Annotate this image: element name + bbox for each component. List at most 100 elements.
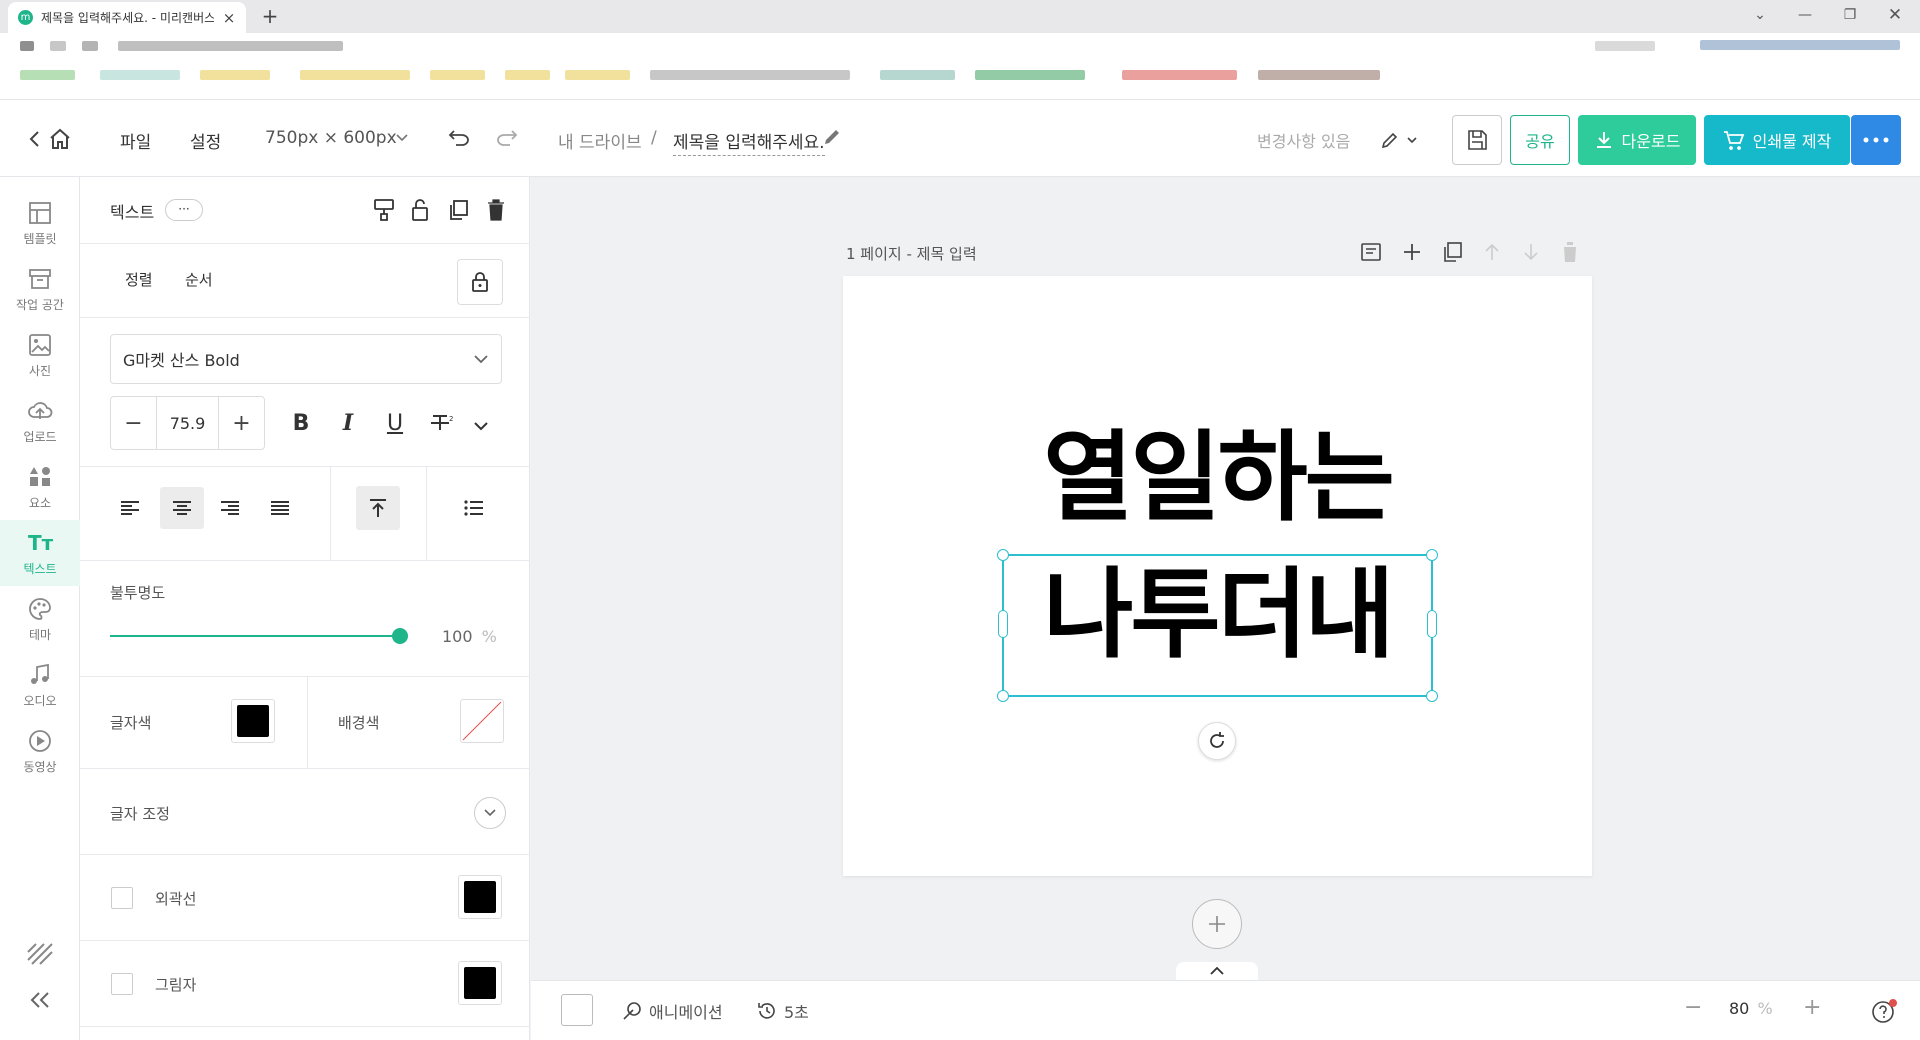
tab-list-icon[interactable]: ⌄ [1740, 4, 1780, 26]
font-family-dropdown[interactable]: G마켓 산스 Bold [110, 334, 502, 384]
minimize-icon[interactable]: — [1785, 4, 1825, 26]
page-label[interactable]: 1 페이지 - 제목 입력 [846, 243, 977, 264]
collapse-sidebar-icon[interactable] [28, 990, 52, 1010]
sidebar-item-upload[interactable]: 업로드 [0, 388, 80, 454]
rotate-handle[interactable] [1198, 722, 1236, 760]
toolbar-icons[interactable] [1700, 40, 1900, 50]
panel-more-button[interactable]: ··· [165, 199, 203, 221]
font-size-decrease-button[interactable]: − [111, 397, 157, 449]
reload-icon[interactable] [82, 41, 98, 51]
back-icon[interactable] [20, 41, 34, 51]
align-center-icon[interactable] [160, 487, 204, 529]
doc-title[interactable]: 제목을 입력해주세요. [673, 128, 825, 156]
address-bar[interactable] [0, 33, 1920, 58]
opacity-value[interactable]: 100 % [442, 627, 497, 646]
resize-handle-ne[interactable] [1426, 549, 1438, 561]
more-options-button[interactable] [1851, 115, 1901, 165]
sidebar-item-photo[interactable]: 사진 [0, 322, 80, 388]
bookmark-item[interactable] [975, 70, 1085, 80]
align-left-icon[interactable] [112, 490, 148, 526]
duplicate-page-icon[interactable] [1441, 241, 1463, 263]
bookmark-item[interactable] [880, 70, 955, 80]
canvas-size-dropdown[interactable]: 750px × 600px [265, 128, 397, 148]
zoom-out-button[interactable]: − [1684, 995, 1702, 1020]
vertical-align-top-icon[interactable] [356, 486, 400, 530]
bookmark-item[interactable] [505, 70, 550, 80]
duration-button[interactable]: 5초 [756, 999, 809, 1023]
animation-button[interactable]: 애니메이션 [621, 999, 723, 1023]
text-color-swatch[interactable] [231, 699, 275, 743]
font-size-input[interactable]: 75.9 [157, 397, 218, 449]
sidebar-item-palette[interactable]: 테마 [0, 586, 80, 652]
window-close-icon[interactable]: ✕ [1875, 4, 1915, 26]
page-thumbnail-button[interactable] [561, 994, 593, 1026]
move-page-down-icon[interactable] [1520, 241, 1542, 263]
home-icon[interactable] [48, 128, 72, 150]
bookmark-item[interactable] [565, 70, 630, 80]
url-field[interactable] [118, 41, 343, 51]
bold-button[interactable]: B [283, 405, 319, 441]
add-page-icon[interactable] [1401, 241, 1423, 263]
shadow-checkbox[interactable] [111, 973, 133, 995]
sidebar-item-music[interactable]: 오디오 [0, 652, 80, 718]
format-paint-icon[interactable] [366, 192, 402, 228]
sidebar-item-elements[interactable]: 요소 [0, 454, 80, 520]
outline-checkbox[interactable] [111, 887, 133, 909]
resize-handle-sw[interactable] [997, 690, 1009, 702]
design-page[interactable]: 열일하는 나투더내 [843, 276, 1592, 876]
more-format-chevron-icon[interactable] [474, 421, 488, 431]
print-button[interactable]: 인쇄물 제작 [1704, 115, 1850, 165]
download-button[interactable]: 다운로드 [1578, 115, 1696, 165]
align-justify-icon[interactable] [262, 490, 298, 526]
add-page-bottom-button[interactable] [1192, 899, 1242, 949]
bg-color-none-swatch[interactable] [460, 699, 504, 743]
italic-button[interactable]: I [330, 405, 366, 441]
zoom-level[interactable]: 80 % [1729, 999, 1773, 1018]
share-button[interactable]: 공유 [1510, 115, 1570, 165]
undo-icon[interactable] [448, 128, 470, 148]
unlock-icon[interactable] [402, 192, 438, 228]
strikethrough-icon[interactable]: 2 [425, 405, 461, 441]
chevron-down-icon[interactable] [396, 134, 408, 142]
font-size-increase-button[interactable]: + [218, 397, 264, 449]
sidebar-item-template[interactable]: 템플릿 [0, 190, 80, 256]
tab-align[interactable]: 정렬 [125, 269, 153, 290]
lock-position-button[interactable] [457, 259, 503, 305]
file-menu[interactable]: 파일 [120, 128, 151, 153]
bookmark-item[interactable] [1258, 70, 1380, 80]
bookmark-item[interactable] [200, 70, 270, 80]
align-right-icon[interactable] [212, 490, 248, 526]
headline-text-line1[interactable]: 열일하는 [843, 429, 1592, 527]
selection-box[interactable] [997, 549, 1438, 702]
opacity-slider-track[interactable] [110, 628, 408, 644]
redo-icon[interactable] [496, 128, 518, 148]
tab-order[interactable]: 순서 [185, 269, 213, 290]
restore-icon[interactable]: ❐ [1830, 4, 1870, 26]
bookmark-item[interactable] [1122, 70, 1237, 80]
list-icon[interactable] [456, 490, 492, 526]
pattern-icon[interactable] [26, 942, 54, 966]
forward-icon[interactable] [50, 41, 66, 51]
bookmark-item[interactable] [20, 70, 75, 80]
expand-pages-tab[interactable] [1176, 962, 1258, 980]
delete-page-icon[interactable] [1560, 241, 1580, 263]
shadow-color-swatch[interactable] [458, 961, 502, 1005]
edit-pencil-icon[interactable] [822, 127, 842, 147]
help-icon[interactable] [1871, 998, 1899, 1024]
bookmark-item[interactable] [300, 70, 410, 80]
bookmark-item[interactable] [650, 70, 850, 80]
underline-button[interactable]: U [377, 405, 413, 441]
trash-icon[interactable] [478, 192, 514, 228]
extension-icons[interactable] [1595, 41, 1655, 51]
sidebar-item-workspace[interactable]: 작업 공간 [0, 256, 80, 322]
letter-adjust-expand-button[interactable] [474, 797, 506, 829]
bookmark-item[interactable] [430, 70, 485, 80]
zoom-in-button[interactable]: + [1803, 995, 1821, 1020]
browser-tab[interactable]: m 제목을 입력해주세요. - 미리캔버스 × [8, 2, 246, 33]
page-memo-icon[interactable] [1360, 241, 1382, 263]
drive-link[interactable]: 내 드라이브 [558, 128, 642, 153]
back-chevron-icon[interactable] [28, 130, 42, 148]
new-tab-button[interactable]: + [258, 4, 282, 28]
tab-close-icon[interactable]: × [222, 9, 236, 27]
pen-mode-icon[interactable] [1380, 130, 1420, 150]
